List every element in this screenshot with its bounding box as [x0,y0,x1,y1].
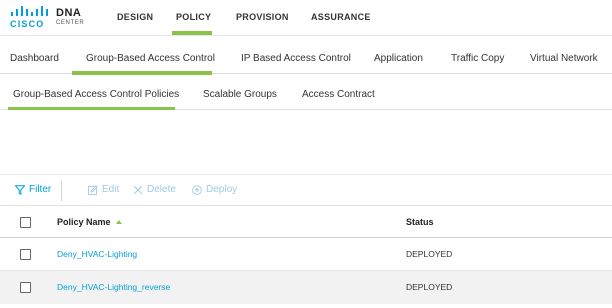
row-checkbox[interactable] [20,282,31,293]
column-header-status[interactable]: Status [406,217,434,227]
tab-access-contract[interactable]: Access Contract [302,89,375,100]
topnav-assurance[interactable]: ASSURANCE [311,12,371,22]
column-header-policy-name[interactable]: Policy Name [57,217,122,227]
topnav-policy[interactable]: POLICY [176,12,211,22]
table-header: Policy Name Status [0,205,612,238]
cisco-wordmark: CISCO [10,19,45,29]
policy-tab-active-indicator [72,71,212,75]
close-icon [133,185,143,194]
tab-virtual-network[interactable]: Virtual Network [530,53,598,64]
tab-application[interactable]: Application [374,53,423,64]
toolbar-divider [61,181,62,201]
status-value: DEPLOYED [406,249,453,259]
sub-tabs: Group-Based Access Control Policies Scal… [0,82,612,110]
delete-button[interactable]: Delete [133,184,176,195]
column-header-policy-name-label: Policy Name [57,217,111,227]
sub-tab-active-indicator [8,107,175,110]
tab-dashboard[interactable]: Dashboard [10,53,59,64]
select-all-checkbox[interactable] [20,217,31,228]
tab-scalable-groups[interactable]: Scalable Groups [203,89,277,100]
topnav-active-indicator [172,31,212,35]
row-checkbox[interactable] [20,249,31,260]
policy-name-link[interactable]: Deny_HVAC-Lighting [57,249,137,259]
tab-gbac-policies[interactable]: Group-Based Access Control Policies [13,89,179,100]
filter-icon [15,184,25,195]
filter-label: Filter [29,184,52,195]
delete-label: Delete [147,184,176,195]
deploy-label: Deploy [206,184,238,195]
sort-ascending-icon [115,220,122,224]
cisco-dna-logo[interactable]: CISCO DNA CENTER [10,6,90,32]
policy-name-link[interactable]: Deny_HVAC-Lighting_reverse [57,282,170,292]
edit-button[interactable]: Edit [88,184,119,195]
filter-button[interactable]: Filter [15,184,51,195]
table-row: Deny_HVAC-Lighting DEPLOYED [0,238,612,271]
tab-ip-based-access-control[interactable]: IP Based Access Control [241,53,351,64]
product-subtitle: CENTER [56,20,85,26]
table-toolbar: Filter Edit Delete Deploy [0,174,612,204]
cisco-bars-icon [11,6,48,16]
edit-label: Edit [102,184,120,195]
table-row: Deny_HVAC-Lighting_reverse DEPLOYED [0,271,612,304]
top-bar: CISCO DNA CENTER DESIGN POLICY PROVISION… [0,0,612,36]
edit-icon [88,184,98,195]
tab-traffic-copy[interactable]: Traffic Copy [451,53,504,64]
topnav-design[interactable]: DESIGN [117,12,153,22]
status-value: DEPLOYED [406,282,453,292]
deploy-button[interactable]: Deploy [192,184,237,195]
policy-tabs: Dashboard Group-Based Access Control IP … [0,44,612,75]
deploy-icon [192,184,202,195]
tab-group-based-access-control[interactable]: Group-Based Access Control [86,53,215,64]
topnav-provision[interactable]: PROVISION [236,12,289,22]
product-name: DNA [56,7,82,19]
content-spacer [0,111,612,169]
